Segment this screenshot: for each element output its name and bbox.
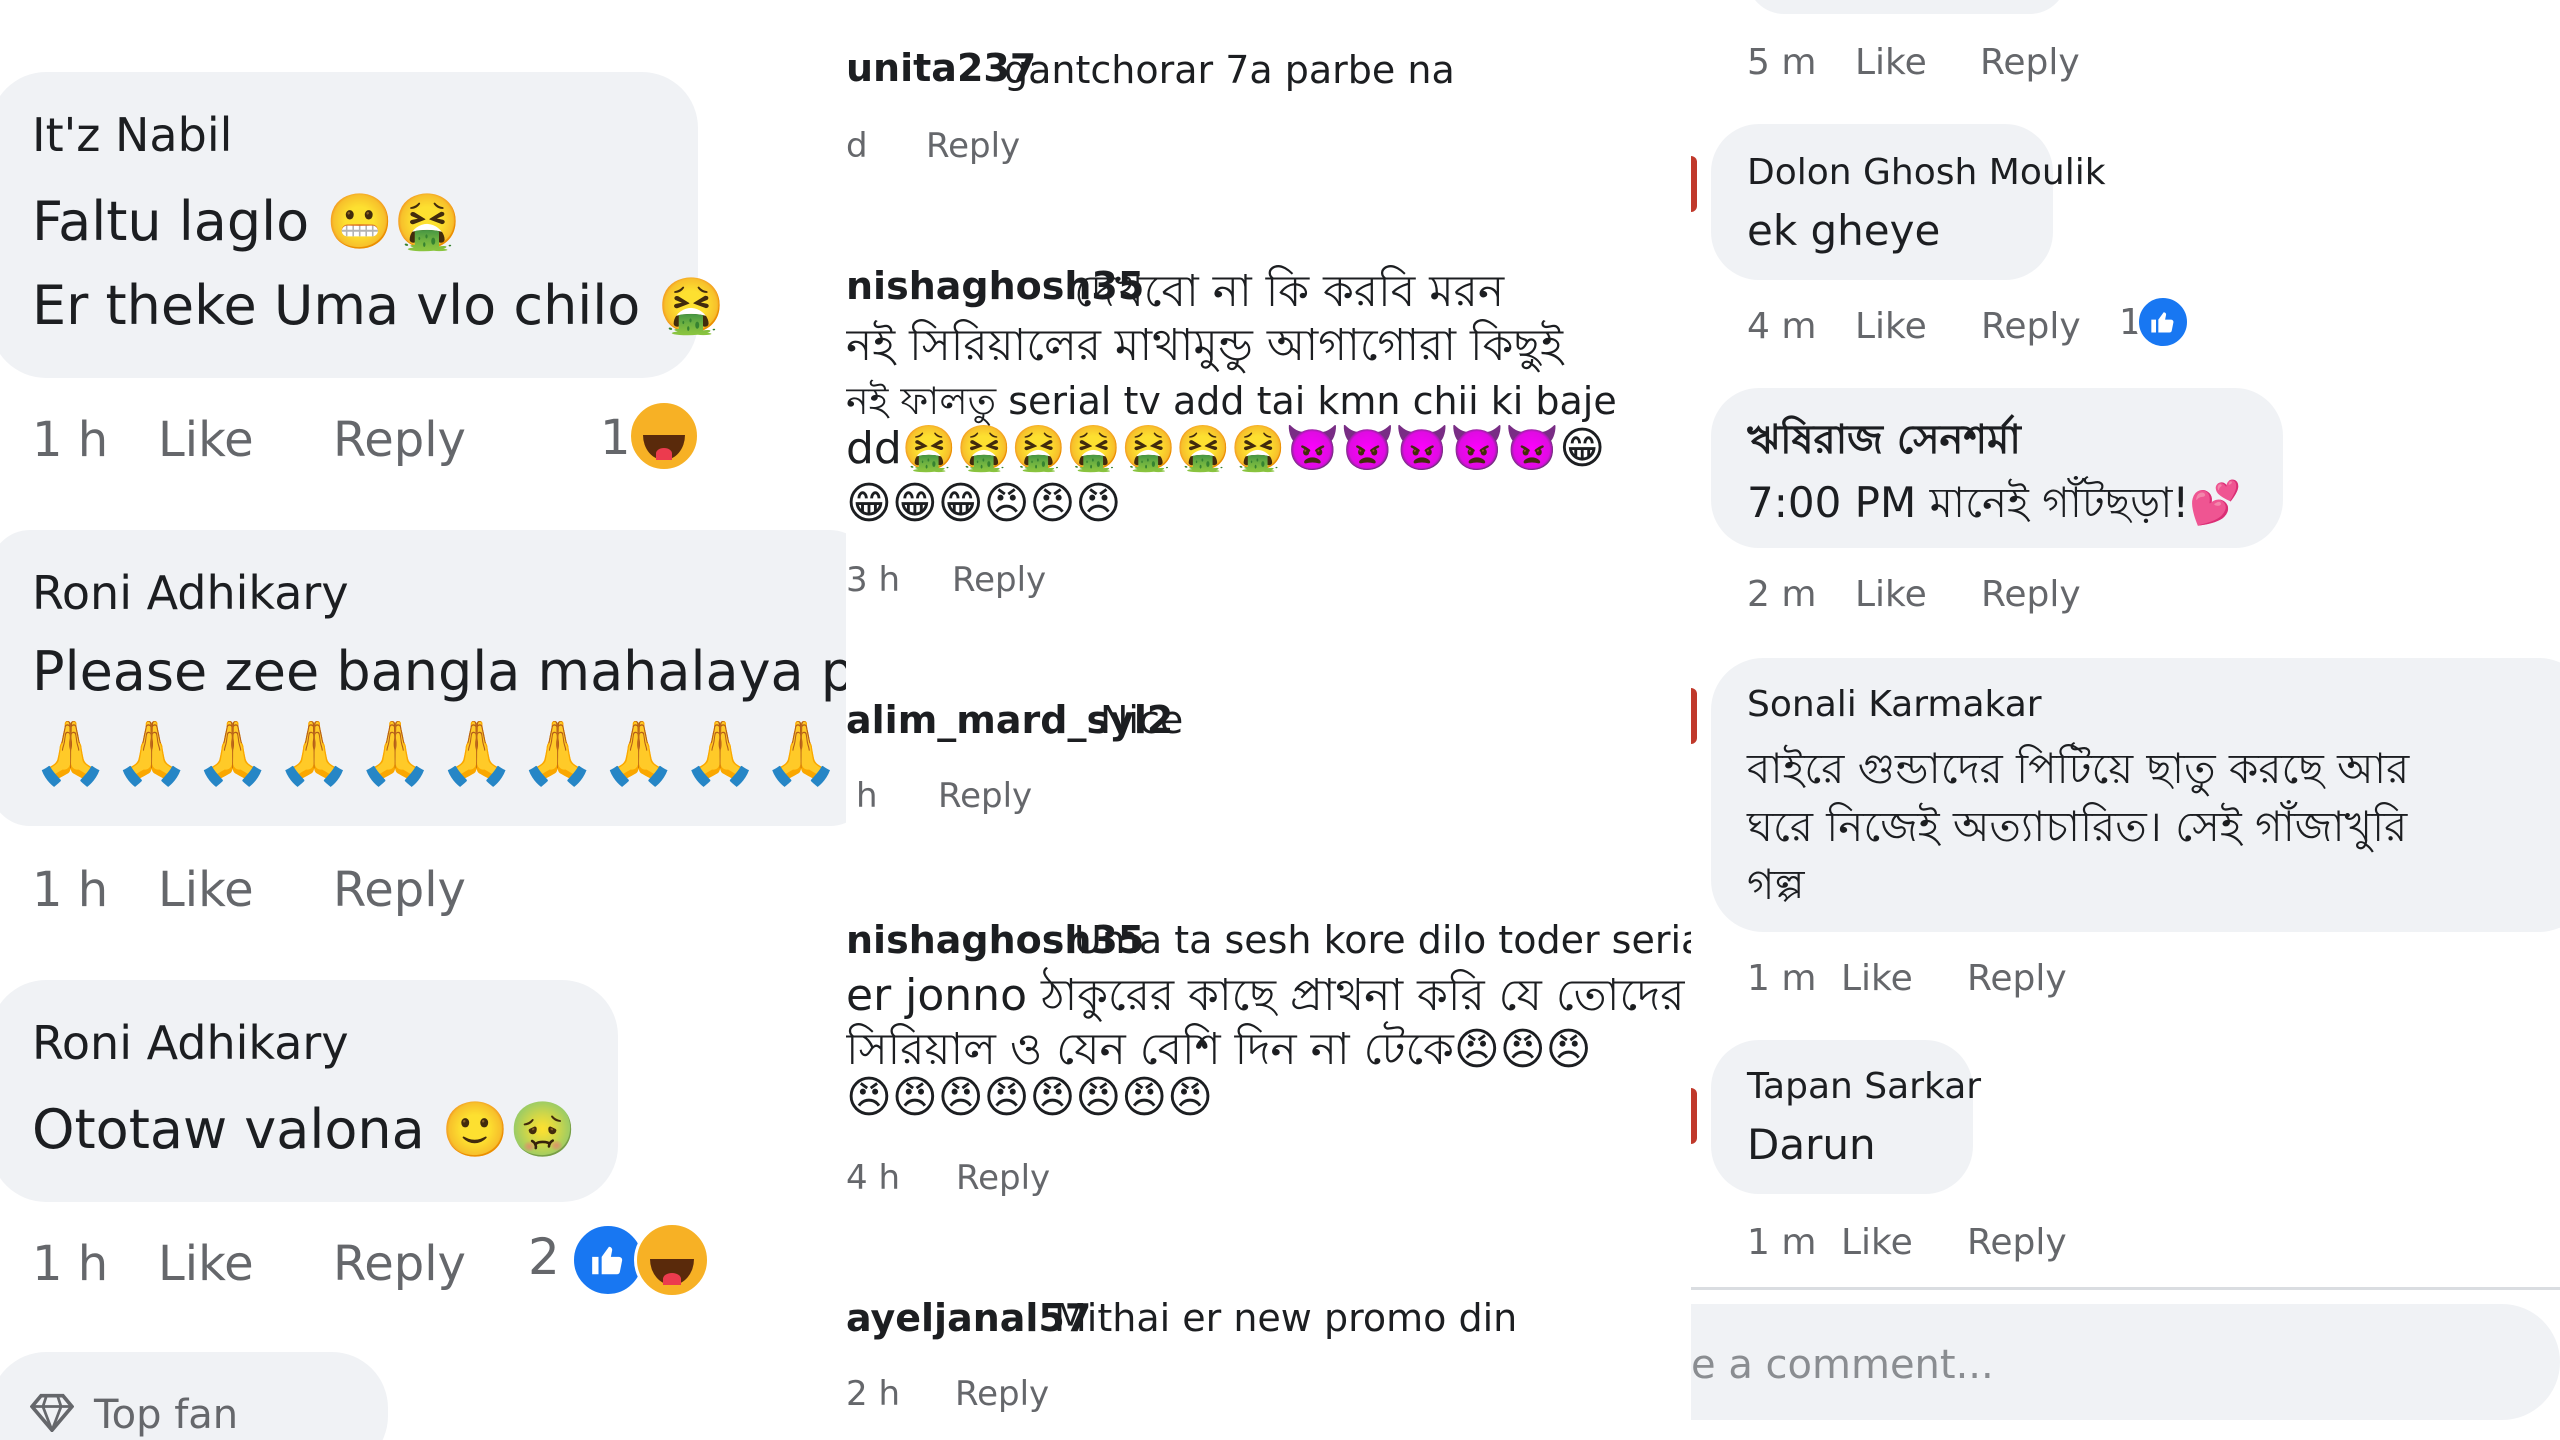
comment-bubble	[0, 980, 618, 1202]
middle-screenshot-panel: unita237 gantchorar 7a parbe na d Reply …	[846, 0, 1691, 1440]
comment-time: 3 h	[846, 560, 900, 600]
comment-emojis: 😠😠😠😠😠😠😠😠	[846, 1072, 1213, 1123]
reply-button[interactable]: Reply	[1981, 306, 2081, 347]
reply-button[interactable]: Reply	[956, 1158, 1050, 1198]
like-button[interactable]: Like	[158, 862, 254, 918]
haha-reaction-icon[interactable]	[634, 1222, 710, 1298]
comment-time: 2 h	[846, 1374, 900, 1414]
left-screenshot-panel: It'z Nabil Faltu laglo 😬🤮 Er theke Uma v…	[0, 0, 846, 1440]
right-screenshot-panel: 5 m Like Reply Dolon Ghosh Moulik ek ghe…	[1691, 0, 2560, 1440]
comment-bubble	[1711, 1040, 1973, 1194]
comment-text: 7:00 PM মানেই গাঁটছড়া!💕	[1747, 478, 2242, 527]
comment-text: Please zee bangla mahalaya promo	[32, 640, 846, 703]
comment-text: Ototaw valona 🙂🤢	[32, 1098, 577, 1161]
comment-text: Darun	[1747, 1120, 1876, 1169]
comment-text: Nice	[1100, 698, 1184, 742]
reply-button[interactable]: Reply	[952, 560, 1046, 600]
like-button[interactable]: Like	[1841, 958, 1913, 999]
comment-time: 1 h	[32, 1236, 109, 1292]
reply-button[interactable]: Reply	[938, 776, 1032, 816]
like-reaction-icon[interactable]	[2135, 294, 2191, 350]
comment-text: Uma ta sesh kore dilo toder serial	[1074, 918, 1691, 962]
diamond-icon	[30, 1393, 74, 1432]
comment-author[interactable]: Tapan Sarkar	[1747, 1066, 1981, 1107]
comment-text: গল্প	[1747, 860, 1805, 909]
comment-text: Mithai er new promo din	[1054, 1296, 1518, 1340]
like-button[interactable]: Like	[1841, 1222, 1913, 1263]
comment-emojis: 🙏🙏🙏🙏🙏🙏🙏🙏🙏🙏	[32, 716, 844, 789]
like-button[interactable]: Like	[1855, 42, 1927, 83]
comment-emojis: 😁😁😁😠😠😠	[846, 478, 1122, 529]
reply-button[interactable]: Reply	[333, 412, 466, 468]
divider	[1691, 1287, 2560, 1290]
comment-time: 4 m	[1747, 306, 1817, 347]
reply-button[interactable]: Reply	[1981, 574, 2081, 615]
reply-button[interactable]: Reply	[1967, 1222, 2067, 1263]
comment-text: ek gheye	[1747, 206, 1941, 255]
reaction-count[interactable]: 2	[528, 1228, 560, 1286]
comment-time: 2 m	[1747, 574, 1817, 615]
comment-time: h	[856, 776, 878, 816]
comment-text: Faltu laglo 😬🤮	[32, 190, 461, 253]
top-fan-label: Top fan	[94, 1392, 239, 1438]
comment-author[interactable]: Sonali Karmakar	[1747, 684, 2042, 725]
comment-text: Er theke Uma vlo chilo 🤮	[32, 274, 725, 337]
reaction-count[interactable]: 1	[600, 410, 631, 466]
reply-button[interactable]: Reply	[926, 126, 1020, 166]
reply-button[interactable]: Reply	[333, 1236, 466, 1292]
avatar[interactable]	[1691, 156, 1697, 212]
avatar[interactable]	[1691, 688, 1697, 744]
comment-author[interactable]: Roni Adhikary	[32, 566, 349, 620]
comment-author[interactable]: Roni Adhikary	[32, 1016, 349, 1070]
comment-time: 4 h	[846, 1158, 900, 1198]
haha-reaction-icon[interactable]	[628, 400, 700, 472]
comment-time: 1 h	[32, 412, 109, 468]
comment-bubble-partial	[1747, 0, 2067, 14]
reply-button[interactable]: Reply	[1980, 42, 2080, 83]
comment-time: 1 m	[1747, 1222, 1817, 1263]
comment-time: 1 h	[32, 862, 109, 918]
reply-button[interactable]: Reply	[1967, 958, 2067, 999]
comment-time: d	[846, 126, 868, 166]
like-button[interactable]: Like	[1855, 574, 1927, 615]
comment-time: 1 m	[1747, 958, 1817, 999]
comment-author[interactable]: Dolon Ghosh Moulik	[1747, 152, 2106, 193]
like-button[interactable]: Like	[1855, 306, 1927, 347]
comment-input-placeholder: e a comment...	[1691, 1342, 1994, 1388]
like-button[interactable]: Like	[158, 1236, 254, 1292]
comment-bubble	[1711, 124, 2053, 280]
comment-text: gantchorar 7a parbe na	[1004, 48, 1455, 92]
avatar[interactable]	[1691, 1088, 1697, 1144]
reply-button[interactable]: Reply	[333, 862, 466, 918]
comment-author[interactable]: It'z Nabil	[32, 108, 232, 162]
comment-text: ঘরে নিজেই অত্যাচারিত। সেই গাঁজাখুরি	[1747, 802, 2408, 851]
comment-input[interactable]: e a comment...	[1691, 1304, 2560, 1420]
reply-button[interactable]: Reply	[955, 1374, 1049, 1414]
comment-emojis: dd🤮🤮🤮🤮🤮🤮🤮👿👿👿👿👿😁	[846, 423, 1606, 474]
like-button[interactable]: Like	[158, 412, 254, 468]
comment-time: 5 m	[1747, 42, 1817, 83]
comment-author[interactable]: ঋষিরাজ সেনশর্মা	[1747, 408, 2021, 475]
